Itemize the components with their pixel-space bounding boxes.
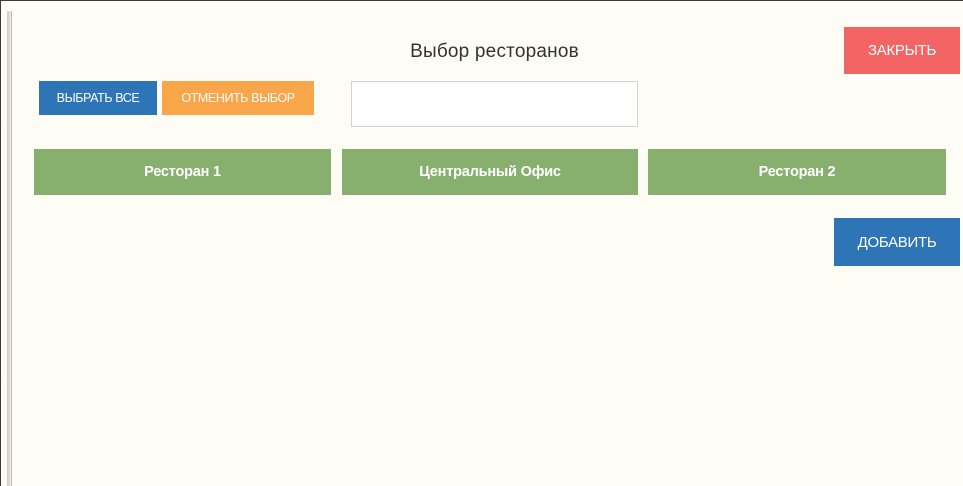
restaurant-tile-1[interactable]: Ресторан 1: [34, 149, 331, 195]
deselect-all-button[interactable]: ОТМЕНИТЬ ВЫБОР: [162, 81, 314, 115]
select-all-button[interactable]: ВЫБРАТЬ ВСЕ: [39, 81, 157, 115]
add-button[interactable]: ДОБАВИТЬ: [834, 218, 960, 266]
close-button[interactable]: ЗАКРЫТЬ: [844, 27, 960, 74]
restaurant-selection-dialog: Выбор ресторанов ЗАКРЫТЬ ВЫБРАТЬ ВСЕ ОТМ…: [0, 0, 963, 486]
dialog-title: Выбор ресторанов: [410, 41, 579, 62]
restaurant-tile-central-office[interactable]: Центральный Офис: [342, 149, 638, 195]
dialog-left-border: [11, 11, 12, 486]
restaurant-tile-2[interactable]: Ресторан 2: [648, 149, 946, 195]
search-input[interactable]: [351, 81, 638, 127]
